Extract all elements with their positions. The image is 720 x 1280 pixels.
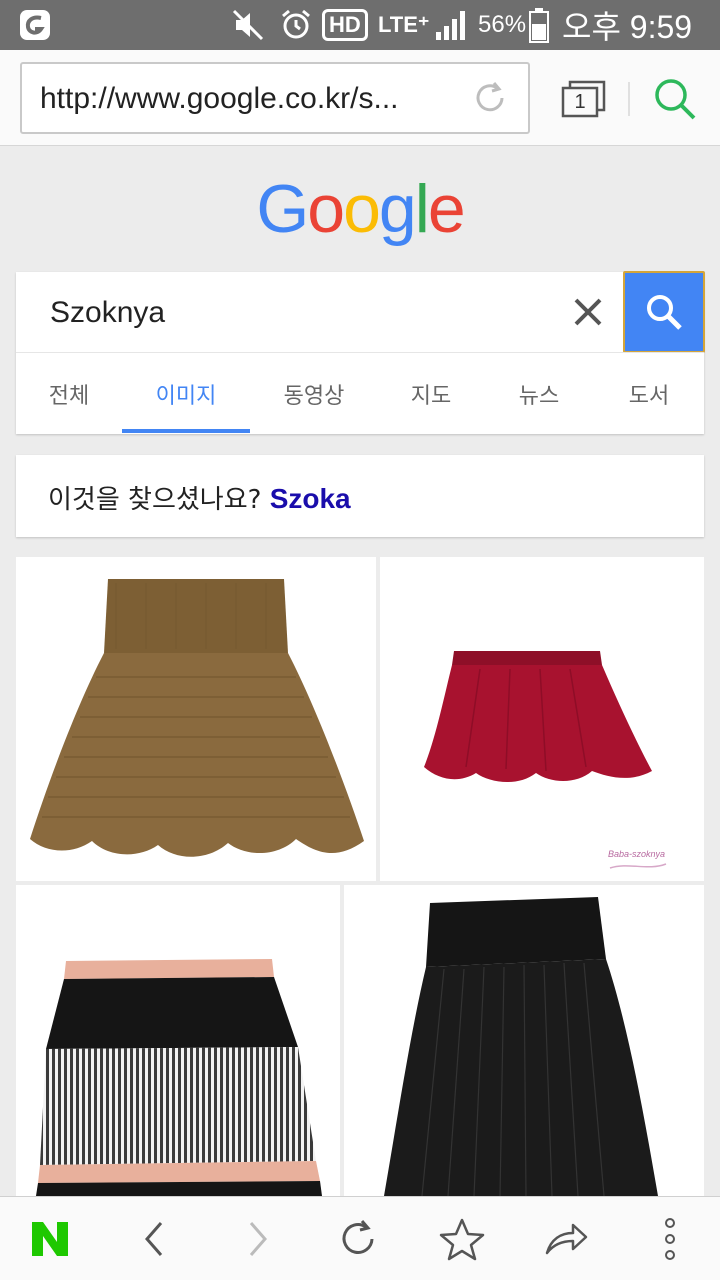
search-tabs: 전체 이미지 동영상 지도 뉴스 도서	[16, 352, 704, 434]
logo-letter: e	[427, 171, 466, 247]
did-you-mean-card: 이것을 찾으셨나요? Szoka	[16, 455, 704, 537]
reload-icon[interactable]	[322, 1197, 394, 1280]
tab-images[interactable]: 이미지	[122, 353, 250, 435]
search-icon[interactable]	[652, 76, 698, 122]
hd-label: HD	[322, 9, 368, 41]
battery-icon	[528, 0, 550, 50]
image-result-brown-skirt[interactable]	[16, 557, 376, 881]
app-notification-icon	[18, 0, 52, 50]
clock-label: 오후 9:59	[562, 9, 693, 45]
tab-books[interactable]: 도서	[594, 353, 704, 435]
image-result-striped-skirt[interactable]	[16, 885, 340, 1196]
tab-news[interactable]: 뉴스	[484, 353, 594, 435]
browser-toolbar: http://www.google.co.kr/s... 1	[0, 50, 720, 146]
status-bar: HD LTE⁺ 56% 오후 9:59	[0, 0, 720, 50]
toolbar-divider	[628, 82, 630, 116]
battery-percent: 56%	[478, 0, 526, 50]
clear-icon[interactable]	[568, 292, 608, 332]
battery-label: 56%	[478, 11, 527, 38]
more-icon[interactable]	[634, 1197, 706, 1280]
search-card: Szoknya 전체 이미지 동영상 지도 뉴스 도서	[16, 271, 705, 434]
tab-count: 1	[574, 90, 586, 113]
search-button[interactable]	[623, 271, 705, 353]
tab-videos[interactable]: 동영상	[250, 353, 378, 435]
address-text[interactable]: http://www.google.co.kr/s...	[40, 82, 450, 116]
mute-icon	[230, 0, 266, 50]
logo-letter: G	[256, 171, 309, 247]
back-icon[interactable]	[118, 1197, 190, 1280]
signal-icon	[434, 0, 468, 50]
search-input[interactable]: Szoknya	[50, 296, 165, 330]
image-result-black-skirt[interactable]	[344, 885, 704, 1196]
bookmark-star-icon[interactable]	[426, 1197, 498, 1280]
image-result-red-skirt[interactable]: Baba-szoknya	[380, 557, 704, 881]
watermark-swoosh	[609, 863, 667, 869]
network-label: LTE⁺	[378, 12, 430, 37]
lte-icon: LTE⁺	[378, 0, 430, 50]
search-icon	[647, 295, 682, 330]
logo-letter: o	[307, 171, 345, 247]
suggestion-link[interactable]: Szoka	[270, 483, 351, 514]
tab-all[interactable]: 전체	[16, 353, 122, 435]
address-bar[interactable]: http://www.google.co.kr/s...	[20, 62, 530, 134]
logo-letter: l	[414, 171, 430, 247]
forward-icon[interactable]	[222, 1197, 294, 1280]
did-you-mean-prompt: 이것을 찾으셨나요?	[48, 485, 262, 515]
google-logo[interactable]: Google	[0, 170, 720, 248]
active-tab-indicator	[122, 429, 250, 433]
share-icon[interactable]	[530, 1197, 602, 1280]
did-you-mean-text: 이것을 찾으셨나요? Szoka	[48, 479, 351, 516]
watermark-text: Baba-szoknya	[608, 849, 666, 859]
browser-bottom-bar	[0, 1196, 720, 1280]
tab-switcher-button[interactable]: 1	[560, 80, 608, 118]
logo-letter: o	[343, 171, 381, 247]
reload-icon[interactable]	[470, 78, 510, 118]
logo-letter: g	[378, 171, 417, 247]
naver-n-icon[interactable]	[14, 1197, 86, 1280]
tab-maps[interactable]: 지도	[378, 353, 484, 435]
hd-voice-icon: HD	[322, 0, 368, 50]
alarm-icon	[278, 0, 314, 50]
clock: 오후 9:59	[562, 0, 692, 50]
